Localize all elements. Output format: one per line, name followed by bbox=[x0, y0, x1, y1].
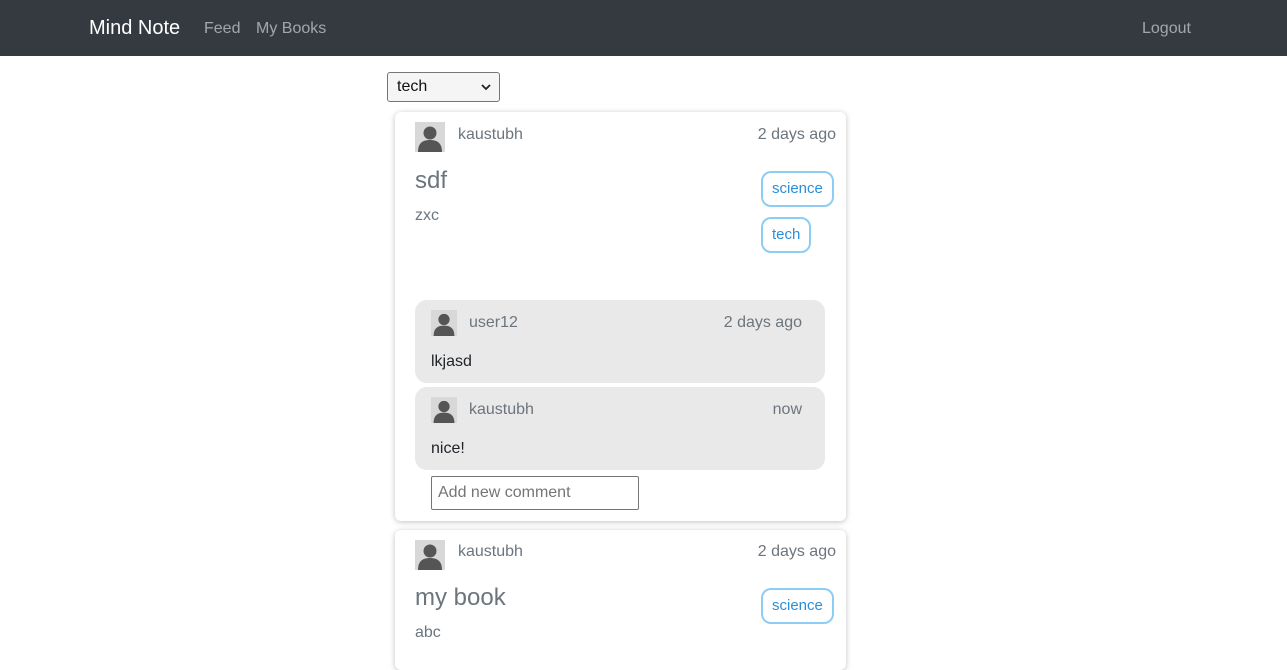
chevron-down-icon bbox=[481, 84, 491, 91]
post-card: kaustubh 2 days ago my book abc science bbox=[395, 530, 846, 670]
post-time: 2 days ago bbox=[757, 543, 836, 560]
navbar: Mind Note Feed My Books Logout bbox=[0, 0, 1287, 56]
comment-text: lkjasd bbox=[431, 353, 472, 370]
user-avatar-icon bbox=[415, 122, 445, 152]
comment-author[interactable]: user12 bbox=[469, 314, 518, 332]
user-avatar-icon bbox=[431, 397, 457, 423]
category-select[interactable]: tech bbox=[387, 72, 500, 102]
nav-link-my-books[interactable]: My Books bbox=[256, 19, 326, 39]
post-body: zxc bbox=[415, 207, 439, 224]
comment-time: 2 days ago bbox=[723, 314, 802, 331]
tag-science[interactable]: science bbox=[761, 588, 834, 624]
new-comment-input[interactable] bbox=[431, 476, 639, 510]
post-author[interactable]: kaustubh bbox=[458, 125, 523, 145]
brand-link[interactable]: Mind Note bbox=[89, 16, 180, 40]
post-author[interactable]: kaustubh bbox=[458, 542, 523, 562]
tag-science[interactable]: science bbox=[761, 171, 834, 207]
comment-item: user12 2 days ago lkjasd bbox=[415, 300, 825, 383]
post-time: 2 days ago bbox=[757, 126, 836, 143]
category-select-value: tech bbox=[397, 78, 428, 95]
tag-tech[interactable]: tech bbox=[761, 217, 812, 253]
user-avatar-icon bbox=[431, 310, 457, 336]
post-card: kaustubh 2 days ago sdf zxc science tech… bbox=[395, 112, 846, 521]
post-title: sdf bbox=[415, 167, 448, 194]
comment-item: kaustubh now nice! bbox=[415, 387, 825, 470]
logout-link[interactable]: Logout bbox=[1142, 19, 1191, 39]
nav-link-feed[interactable]: Feed bbox=[204, 19, 240, 39]
user-avatar-icon bbox=[415, 540, 445, 570]
post-body: abc bbox=[415, 624, 441, 641]
comment-author[interactable]: kaustubh bbox=[469, 401, 534, 419]
post-title: my book bbox=[415, 584, 506, 611]
comment-time: now bbox=[772, 401, 802, 418]
comment-text: nice! bbox=[431, 440, 465, 457]
